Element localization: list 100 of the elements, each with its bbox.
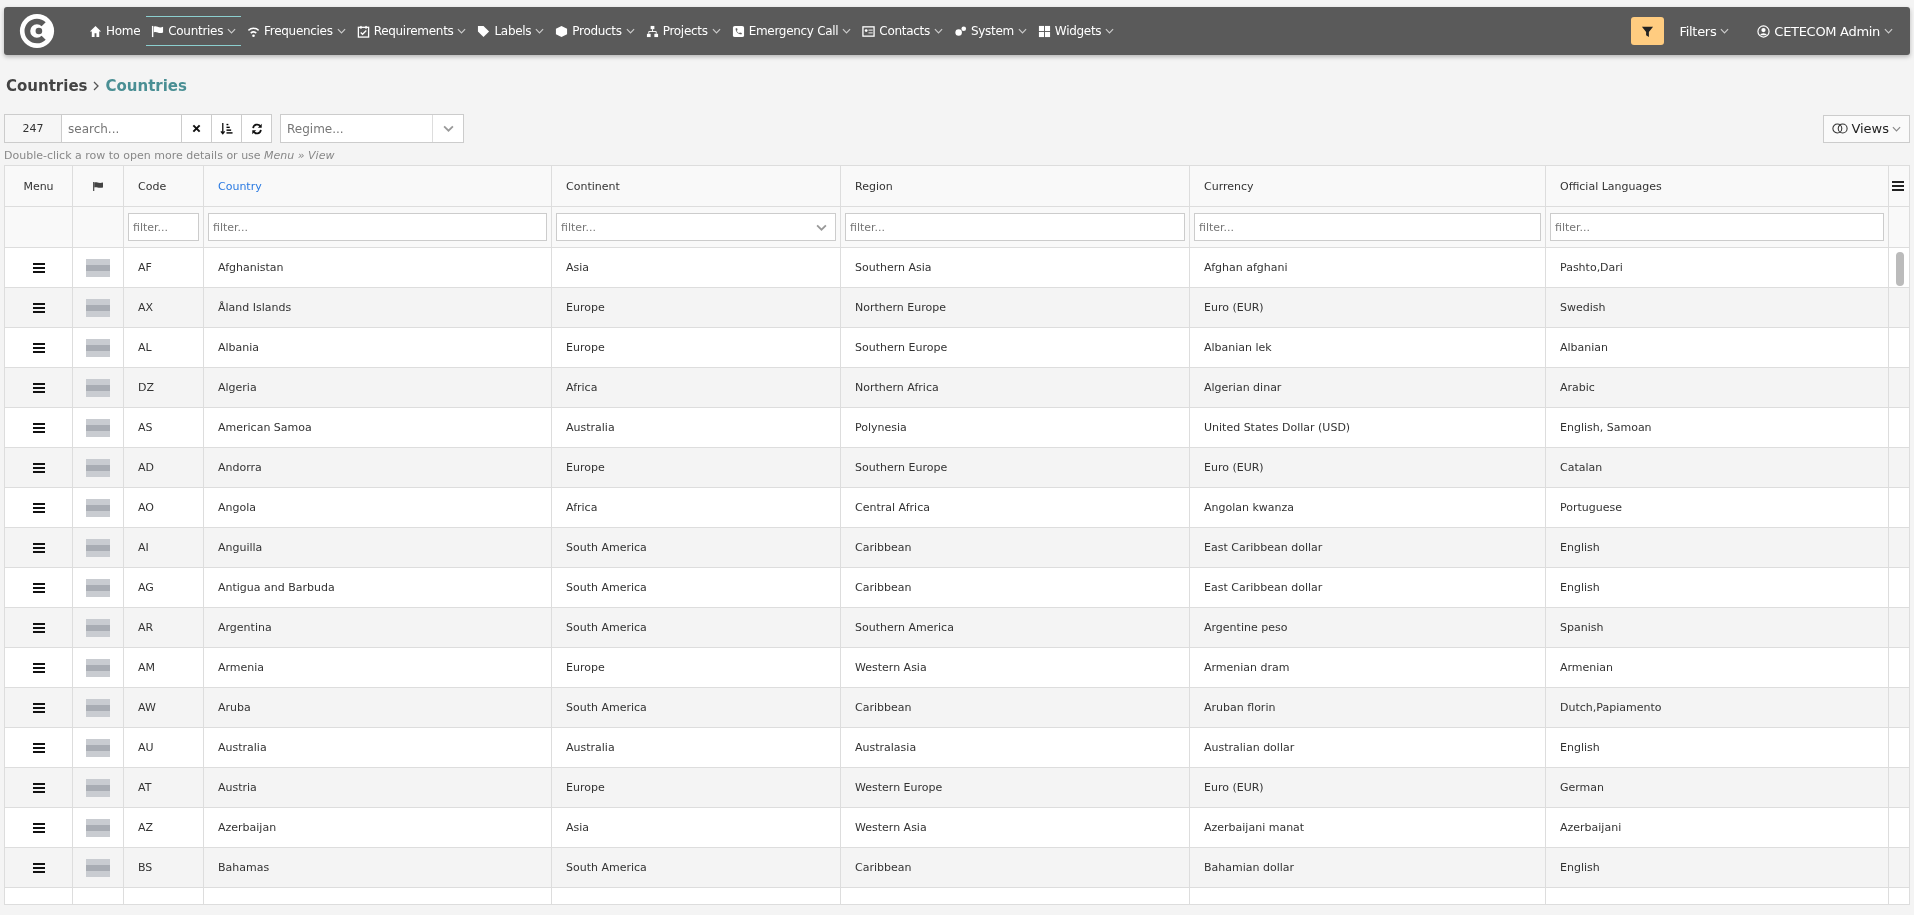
sort-icon	[220, 122, 233, 135]
clear-button[interactable]	[182, 114, 212, 143]
filter-field[interactable]: filter...	[1194, 213, 1541, 241]
regime-dropdown[interactable]: Regime...	[280, 114, 464, 143]
table-cell: Australia	[566, 421, 615, 434]
breadcrumb-link[interactable]: Countries	[6, 77, 88, 95]
tag-icon	[477, 24, 491, 38]
flag-picture	[86, 338, 110, 357]
flag-picture	[86, 498, 110, 517]
table-cell: Albanian lek	[1204, 341, 1272, 354]
table-cell: AM	[138, 661, 155, 674]
table-cell: Polynesia	[855, 421, 907, 434]
toggle-icon	[1832, 123, 1849, 134]
row-menu-icon[interactable]	[32, 382, 45, 393]
column-header: Menu	[23, 179, 54, 193]
row-menu-icon[interactable]	[32, 862, 45, 873]
row-menu-icon[interactable]	[32, 782, 45, 793]
column-header[interactable]: Currency	[1204, 179, 1254, 193]
refresh-button[interactable]	[242, 114, 272, 143]
row-menu-icon[interactable]	[32, 822, 45, 833]
row-menu-icon[interactable]	[32, 462, 45, 473]
row-menu-icon[interactable]	[32, 702, 45, 713]
row-menu-icon[interactable]	[32, 542, 45, 553]
table-cell: Albanian	[1560, 341, 1609, 354]
flag-picture	[86, 698, 110, 717]
table-cell: Catalan	[1560, 461, 1603, 474]
scrollbar-thumb[interactable]	[1896, 252, 1904, 286]
table-cell: Caribbean	[855, 581, 912, 594]
logo-icon[interactable]	[18, 12, 56, 50]
table-cell: Europe	[566, 461, 605, 474]
table-cell: Portuguese	[1560, 501, 1622, 514]
table-cell: AS	[138, 421, 153, 434]
calendar-check-icon	[356, 24, 370, 38]
table-cell: Spanish	[1560, 621, 1604, 634]
row-menu-icon[interactable]	[32, 342, 45, 353]
table-cell: AO	[138, 501, 154, 514]
table-cell: Albania	[218, 341, 260, 354]
column-header[interactable]: Region	[855, 179, 893, 193]
table-cell: Anguilla	[218, 541, 263, 554]
table-cell: English, Samoan	[1560, 421, 1652, 434]
filter-button[interactable]	[1631, 17, 1665, 45]
table-cell: German	[1560, 781, 1605, 794]
table-cell: Afghan afghani	[1204, 261, 1288, 274]
row-menu-icon[interactable]	[32, 742, 45, 753]
nav-menu-item[interactable]: Projects	[640, 16, 726, 46]
table-cell: South America	[566, 861, 647, 874]
nav-menu-item[interactable]: Emergency Call	[726, 16, 857, 46]
filter-field[interactable]: filter...	[208, 213, 547, 241]
nav-menu-item[interactable]: System	[948, 16, 1032, 46]
table-cell: Arabic	[1560, 381, 1595, 394]
column-header[interactable]: Code	[138, 179, 167, 193]
table-cell: South America	[566, 621, 647, 634]
column-header[interactable]: Country	[218, 179, 262, 193]
chevron-down-icon	[1892, 125, 1901, 132]
row-menu-icon[interactable]	[32, 422, 45, 433]
user-menu[interactable]: CETECOM Admin	[1752, 15, 1898, 47]
chevron-down-icon	[442, 125, 454, 132]
filter-field[interactable]: filter...	[845, 213, 1185, 241]
chevron-down-icon	[842, 28, 852, 34]
filter-field[interactable]: filter...	[1550, 213, 1884, 241]
row-menu-icon[interactable]	[32, 622, 45, 633]
nav-menu-item[interactable]: Labels	[472, 16, 550, 46]
views-button[interactable]: Views	[1823, 114, 1910, 143]
table-cell: BS	[138, 861, 153, 874]
table-cell: Northern Africa	[855, 381, 939, 394]
search-field[interactable]: search...	[62, 114, 182, 143]
filter-field[interactable]: filter...	[128, 213, 199, 241]
table-cell: Angolan kwanza	[1204, 501, 1295, 514]
row-menu-icon[interactable]	[32, 262, 45, 273]
nav-menu-item[interactable]: Contacts	[857, 16, 948, 46]
table-cell: Armenian	[1560, 661, 1614, 674]
chevron-down-icon	[457, 28, 467, 34]
row-menu-icon[interactable]	[32, 502, 45, 513]
grid-icon	[1037, 24, 1051, 38]
nav-menu-item[interactable]: Countries	[146, 16, 242, 46]
nav-menu-item[interactable]: Products	[550, 16, 640, 46]
table-cell: AG	[138, 581, 154, 594]
table-cell: AX	[138, 301, 154, 314]
nav-menu-item[interactable]: Requirements	[351, 16, 472, 46]
table-cell: South America	[566, 541, 647, 554]
flag-picture	[86, 858, 110, 877]
nav-menu-item[interactable]: Widgets	[1032, 16, 1120, 46]
sitemap-icon	[645, 24, 659, 38]
nav-menu-item[interactable]: Home	[84, 16, 146, 46]
flag-picture	[86, 458, 110, 477]
column-header[interactable]: Official Languages	[1560, 179, 1662, 193]
flag-picture	[86, 258, 110, 277]
row-menu-icon[interactable]	[32, 662, 45, 673]
column-menu-icon[interactable]	[1892, 181, 1904, 191]
sort-button[interactable]	[212, 114, 242, 143]
row-menu-icon[interactable]	[32, 302, 45, 313]
table-cell: Dutch,Papiamento	[1560, 701, 1662, 714]
row-menu-icon[interactable]	[32, 582, 45, 593]
table-cell: English	[1560, 741, 1600, 754]
table-cell: Africa	[566, 501, 598, 514]
nav-menu-item[interactable]: Frequencies	[242, 16, 351, 46]
filters-menu[interactable]: Filters	[1674, 15, 1735, 47]
chevron-down-icon	[816, 223, 827, 231]
filter-dropdown[interactable]: filter...	[556, 213, 836, 241]
column-header[interactable]: Continent	[566, 179, 620, 193]
